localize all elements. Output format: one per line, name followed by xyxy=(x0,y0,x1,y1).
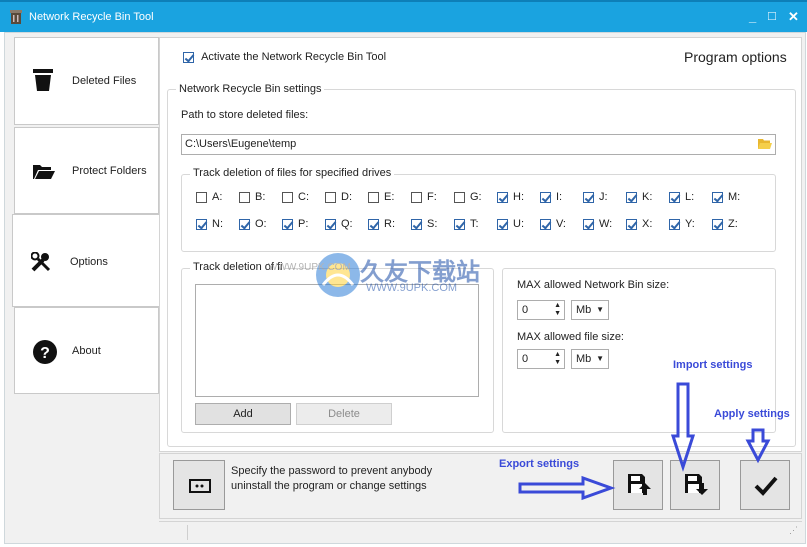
arrow-right-icon xyxy=(518,475,616,501)
arrow-down-icon xyxy=(670,382,696,472)
arrow-down-icon xyxy=(745,428,771,464)
annotation-arrows xyxy=(518,382,771,501)
